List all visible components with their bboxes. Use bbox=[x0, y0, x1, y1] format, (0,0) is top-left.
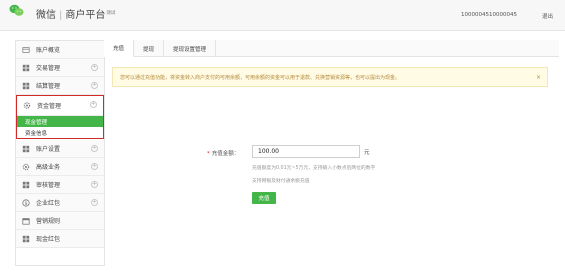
collapse-icon[interactable]: + bbox=[90, 101, 97, 108]
grid-icon bbox=[22, 64, 30, 72]
sidebar-item-label: 资金管理 bbox=[37, 103, 62, 110]
grid-icon bbox=[22, 181, 30, 189]
brand-separator: | bbox=[59, 10, 63, 21]
grid-icon bbox=[22, 145, 30, 153]
tab-withdraw[interactable]: 提现 bbox=[134, 40, 165, 57]
sidebar-item-marketing-rules[interactable]: 营销规则 bbox=[16, 212, 104, 230]
sidebar-item-label: 企业红包 bbox=[36, 200, 61, 207]
sidebar-item-review[interactable]: 审核管理 + bbox=[16, 176, 104, 194]
wechat-logo-icon bbox=[9, 4, 24, 16]
sidebar-item-transactions[interactable]: 交易管理 + bbox=[16, 59, 104, 77]
logout-link[interactable]: 退出 bbox=[542, 12, 553, 20]
sidebar-item-fund-management[interactable]: 资金管理 + bbox=[17, 96, 103, 116]
product-name: 商户平台 bbox=[65, 10, 106, 21]
svg-text:$: $ bbox=[24, 200, 27, 206]
expand-icon[interactable]: + bbox=[91, 64, 98, 71]
sidebar-item-settlement[interactable]: 结算管理 + bbox=[16, 77, 104, 95]
tab-bar: 充值 提现 提现设置管理 bbox=[104, 40, 559, 57]
payment-method-hint: 支持网银及财付通余额充值 bbox=[252, 179, 310, 184]
recharge-button[interactable]: 充值 bbox=[252, 192, 276, 204]
sidebar-item-account-overview[interactable]: 账户概览 bbox=[16, 41, 104, 59]
gear-icon bbox=[23, 102, 31, 110]
tab-recharge[interactable]: 充值 bbox=[104, 40, 135, 57]
expand-icon[interactable]: + bbox=[91, 145, 98, 152]
required-mark: * bbox=[207, 151, 210, 157]
sidebar-item-label: 现金红包 bbox=[36, 236, 61, 243]
amount-label: * 充值金额： bbox=[207, 149, 239, 157]
home-icon bbox=[22, 46, 30, 54]
calendar-icon bbox=[22, 217, 30, 225]
expand-icon[interactable]: + bbox=[91, 82, 98, 89]
close-icon[interactable]: × bbox=[536, 74, 541, 81]
sidebar-item-label: 交易管理 bbox=[36, 65, 61, 72]
sidebar-item-advanced[interactable]: 高级业务 + bbox=[16, 158, 104, 176]
notice-text: 您可以通过充值功能，将资金转入商户支付的可用余额，可用余额的资金可以用于退款、兑… bbox=[120, 74, 401, 81]
sidebar-item-label: 高级业务 bbox=[36, 164, 61, 171]
expand-icon[interactable]: + bbox=[91, 163, 98, 170]
info-notice: 您可以通过充值功能，将资金转入商户支付的可用余额，可用余额的资金可以用于退款、兑… bbox=[112, 67, 548, 87]
amount-label-text: 充值金额： bbox=[211, 151, 240, 157]
sidebar-item-label: 账户设置 bbox=[36, 146, 61, 153]
sidebar-group-fund-management: 资金管理 + 现金管理 资金信息 bbox=[16, 95, 104, 139]
sidebar-nav: 账户概览 交易管理 + 结算管理 + 资金管理 + 现金管理 资金信息 账户设置… bbox=[15, 40, 105, 266]
amount-range-hint: 充值额度为0.01元~5万元，支持输入小数点后两位的数字 bbox=[252, 166, 376, 171]
top-bar: 微信 | 商户平台测试 1000004510000045 退出 bbox=[0, 0, 565, 31]
beta-badge: 测试 bbox=[106, 10, 116, 16]
expand-icon[interactable]: + bbox=[91, 181, 98, 188]
gear-icon bbox=[22, 163, 30, 171]
amount-input[interactable] bbox=[252, 145, 360, 158]
sidebar-item-enterprise-redpacket[interactable]: $ 企业红包 + bbox=[16, 194, 104, 212]
grid-icon bbox=[22, 235, 30, 243]
sidebar-item-label: 营销规则 bbox=[36, 218, 61, 225]
brand-title: 微信 | 商户平台测试 bbox=[36, 6, 115, 21]
sidebar-item-label: 账户概览 bbox=[36, 47, 61, 54]
sidebar-item-label: 审核管理 bbox=[36, 182, 61, 189]
sidebar-item-label: 结算管理 bbox=[36, 83, 61, 90]
sidebar-item-cash-redpacket[interactable]: 现金红包 bbox=[16, 230, 104, 248]
sidebar-item-account-settings[interactable]: 账户设置 + bbox=[16, 140, 104, 158]
amount-unit: 元 bbox=[364, 150, 370, 156]
tab-withdraw-settings[interactable]: 提现设置管理 bbox=[164, 40, 217, 57]
sidebar-subitem-cash-management[interactable]: 现金管理 bbox=[17, 116, 103, 127]
grid-icon bbox=[22, 82, 30, 90]
expand-icon[interactable]: + bbox=[91, 199, 98, 206]
sidebar-subitem-fund-info[interactable]: 资金信息 bbox=[17, 127, 103, 138]
account-id: 1000004510000045 bbox=[461, 12, 517, 18]
brand-name: 微信 bbox=[36, 10, 56, 21]
dollar-icon: $ bbox=[22, 198, 30, 207]
main-content: 充值 提现 提现设置管理 您可以通过充值功能，将资金转入商户支付的可用余额，可用… bbox=[104, 40, 559, 266]
